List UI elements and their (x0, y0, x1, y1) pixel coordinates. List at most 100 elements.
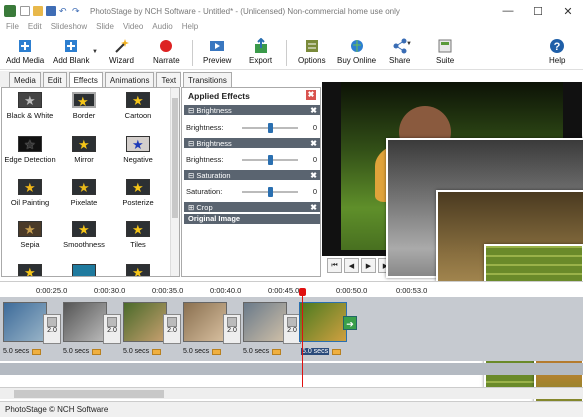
slide-duration[interactable]: 5.0 secs (123, 348, 149, 355)
menu-file[interactable]: File (6, 22, 19, 35)
suite-button[interactable]: Suite (436, 37, 454, 69)
share-dropdown-icon[interactable]: ▼ (406, 41, 412, 47)
brightness-slider[interactable] (242, 123, 298, 133)
open-folder-icon[interactable] (33, 6, 43, 16)
effect-posterize[interactable]: ★ Posterize (110, 177, 166, 207)
remove-effect-icon[interactable]: ✖ (310, 171, 317, 180)
duration-handle[interactable] (92, 349, 101, 355)
slider-knob[interactable] (267, 187, 273, 197)
effect-section-brightness[interactable]: ⊟ Brightness ✖ (184, 138, 320, 148)
wizard-button[interactable]: Wizard (109, 37, 134, 69)
maximize-button[interactable]: ☐ (523, 0, 553, 22)
effect-mirror[interactable]: ★ Mirror (56, 134, 112, 164)
timeline-track[interactable]: 2.0 2.0 2.0 2.0 2.0 ➔ 5.0 secs 5.0 secs … (0, 297, 583, 361)
transition-marker[interactable]: 2.0 (103, 314, 121, 344)
effect-black-white[interactable]: ★ Black & White (2, 90, 58, 120)
effect-oil-painting[interactable]: ★ Oil Painting (2, 177, 58, 207)
options-button[interactable]: Options (298, 37, 326, 69)
menu-help[interactable]: Help (182, 22, 198, 35)
tab-animations[interactable]: Animations (104, 72, 155, 87)
duration-handle[interactable] (152, 349, 161, 355)
saturation-label: Saturation: (186, 187, 223, 196)
slider-knob[interactable] (267, 123, 273, 133)
tab-media[interactable]: Media (9, 72, 41, 87)
play-icon[interactable]: ▶ (361, 258, 376, 273)
effect-section-brightness[interactable]: ⊟ Brightness ✖ (184, 105, 320, 115)
go-to-start-icon[interactable]: ⏮ (327, 258, 342, 273)
slide-clip[interactable] (183, 302, 227, 342)
transition-marker[interactable]: 2.0 (223, 314, 241, 344)
effect-section-saturation[interactable]: ⊟ Saturation ✖ (184, 170, 320, 180)
brightness-slider[interactable] (242, 155, 298, 165)
add-media-button[interactable]: Add Media (6, 37, 44, 69)
tab-transitions[interactable]: Transitions (183, 72, 232, 87)
timeline-ruler[interactable]: 0:00:25.0 0:00:30.0 0:00:35.0 0:00:40.0 … (0, 281, 583, 297)
saturation-slider[interactable] (242, 187, 298, 197)
undo-icon[interactable]: ↶ (59, 6, 69, 16)
transition-marker[interactable]: 2.0 (163, 314, 181, 344)
selected-slide-clip[interactable] (299, 302, 347, 342)
effect-smoothness[interactable]: ★ Smoothness (56, 219, 112, 249)
effect-border[interactable]: ★ Border (56, 90, 112, 120)
preview-icon (209, 38, 225, 54)
menu-audio[interactable]: Audio (152, 22, 172, 35)
effect-cartoon[interactable]: ★ Cartoon (110, 90, 166, 120)
effect-sepia[interactable]: ★ Sepia (2, 219, 58, 249)
new-file-icon[interactable] (20, 6, 30, 16)
menu-slide[interactable]: Slide (96, 22, 114, 35)
effect-section-crop[interactable]: ⊞ Crop ✖ (184, 202, 320, 212)
tab-text[interactable]: Text (156, 72, 182, 87)
remove-effect-icon[interactable]: ✖ (310, 106, 317, 115)
effect-pixelate[interactable]: ★ Pixelate (56, 177, 112, 207)
slide-duration[interactable]: 5.0 secs (3, 348, 29, 355)
effect-edge-detection[interactable]: ★ Edge Detection (2, 134, 58, 164)
menu-edit[interactable]: Edit (28, 22, 42, 35)
timeline-scrollbar[interactable] (0, 387, 583, 399)
slider-knob[interactable] (267, 155, 273, 165)
tab-effects[interactable]: Effects (68, 72, 103, 87)
add-slide-arrow-icon[interactable]: ➔ (343, 316, 357, 330)
slide-clip[interactable] (3, 302, 47, 342)
collapse-icon[interactable]: ⊟ (188, 139, 196, 148)
remove-all-effects-button[interactable]: ✖ (306, 90, 316, 100)
audio-track[interactable] (0, 363, 583, 375)
add-blank-button[interactable]: Add Blank (53, 37, 89, 69)
effect-thumbnail[interactable]: ★ (110, 262, 166, 276)
slide-duration[interactable]: 5.0 secs (183, 348, 209, 355)
collapse-icon[interactable]: ⊟ (188, 171, 196, 180)
remove-effect-icon[interactable]: ✖ (310, 139, 317, 148)
export-button[interactable]: Export (249, 37, 272, 69)
duration-handle[interactable] (212, 349, 221, 355)
remove-effect-icon[interactable]: ✖ (310, 203, 317, 212)
previous-icon[interactable]: ◀ (344, 258, 359, 273)
tab-edit[interactable]: Edit (42, 72, 67, 87)
add-blank-dropdown-icon[interactable]: ▼ (92, 49, 98, 55)
save-icon[interactable] (46, 6, 56, 16)
collapse-icon[interactable]: ⊟ (188, 106, 196, 115)
slide-clip[interactable] (123, 302, 167, 342)
minimize-button[interactable]: — (493, 0, 523, 22)
narrate-button[interactable]: Narrate (153, 37, 180, 69)
preview-button[interactable]: Preview (203, 37, 231, 69)
transition-marker[interactable]: 2.0 (43, 314, 61, 344)
effects-scrollbar[interactable] (170, 88, 179, 276)
slide-duration[interactable]: 5.0 secs (301, 348, 330, 355)
help-button[interactable]: ? Help (549, 37, 565, 69)
menu-slideshow[interactable]: Slideshow (51, 22, 87, 35)
effect-tiles[interactable]: ★ Tiles (110, 219, 166, 249)
menu-video[interactable]: Video (123, 22, 143, 35)
slide-duration[interactable]: 5.0 secs (63, 348, 89, 355)
slide-duration[interactable]: 5.0 secs (243, 348, 269, 355)
expand-icon[interactable]: ⊞ (188, 203, 196, 212)
effect-thumbnail[interactable]: ★ (2, 262, 58, 276)
slide-clip[interactable] (63, 302, 107, 342)
close-button[interactable]: ✕ (553, 0, 583, 22)
redo-icon[interactable]: ↷ (72, 6, 82, 16)
effect-negative[interactable]: ★ Negative (110, 134, 166, 164)
duration-handle[interactable] (32, 349, 41, 355)
slide-clip[interactable] (243, 302, 287, 342)
effect-thumbnail[interactable] (56, 262, 112, 276)
buy-online-button[interactable]: Buy Online (337, 37, 376, 69)
duration-handle[interactable] (332, 349, 341, 355)
duration-handle[interactable] (272, 349, 281, 355)
